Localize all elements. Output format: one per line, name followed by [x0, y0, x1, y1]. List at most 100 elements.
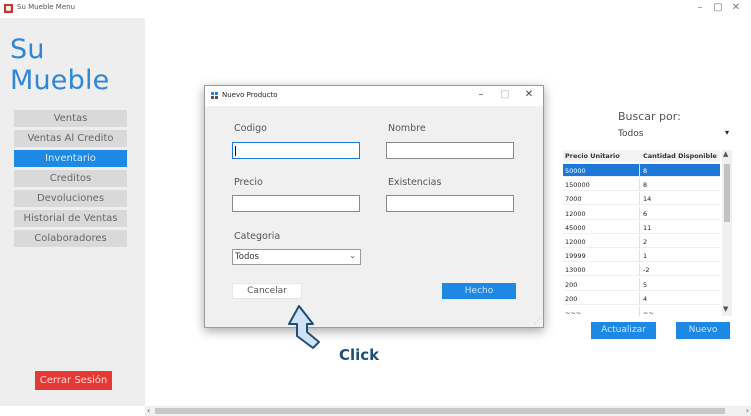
categoria-select[interactable]: Todos ⌄	[232, 249, 361, 265]
cell-precio: 19999	[565, 252, 586, 261]
maximize-button[interactable]: ▢	[712, 2, 724, 13]
cell-precio: ~~~	[565, 309, 582, 316]
horizontal-scrollbar[interactable]: ‹ ›	[145, 406, 751, 416]
search-select-value: Todos	[618, 129, 644, 139]
sidebar-item-creditos[interactable]: Creditos	[14, 170, 127, 187]
window-title: Su Mueble Menu	[17, 3, 76, 11]
window-titlebar: ■ Su Mueble Menu – ▢ ✕	[0, 0, 751, 18]
chevron-down-icon: ⌄	[349, 251, 356, 260]
cell-divider	[639, 220, 640, 234]
logout-button[interactable]: Cerrar Sesión	[35, 371, 112, 390]
scroll-right-icon[interactable]: ›	[746, 406, 749, 415]
search-label: Buscar por:	[618, 110, 681, 123]
done-button[interactable]: Hecho	[442, 283, 516, 299]
scroll-up-icon[interactable]: ▲	[723, 150, 728, 158]
sidebar: Su Mueble Ventas Ventas Al Credito Inven…	[0, 18, 145, 406]
cell-divider	[639, 306, 640, 316]
cell-precio: 13000	[565, 266, 586, 275]
cell-cantidad: ~~	[643, 309, 654, 316]
column-header-precio[interactable]: Precio Unitario	[565, 152, 620, 160]
cell-divider	[639, 192, 640, 206]
hscroll-thumb[interactable]	[155, 408, 725, 414]
table-row[interactable]: 200 5	[563, 277, 720, 291]
categoria-select-value: Todos	[235, 252, 259, 262]
cell-divider	[639, 263, 640, 277]
nombre-label: Nombre	[388, 123, 426, 134]
cell-cantidad: 2	[643, 238, 648, 246]
table-row[interactable]: 150000 8	[563, 178, 720, 192]
cell-precio: 12000	[565, 209, 586, 218]
table-row[interactable]: 50000 8	[563, 164, 720, 177]
cell-cantidad: 6	[643, 209, 648, 218]
cell-divider	[639, 178, 640, 192]
minimize-button[interactable]: –	[694, 2, 706, 13]
app-icon: ■	[4, 4, 13, 13]
codigo-label: Codigo	[234, 123, 267, 134]
categoria-label: Categoria	[234, 231, 281, 242]
precio-field[interactable]	[232, 195, 360, 212]
dialog-body: Codigo Nombre Precio Existencias Categor…	[205, 106, 543, 327]
cell-precio: 150000	[565, 181, 590, 190]
table-row[interactable]: ~~~ ~~	[563, 306, 720, 316]
cell-divider	[639, 206, 640, 220]
click-annotation-label: Click	[339, 346, 380, 364]
cell-cantidad: 8	[643, 181, 648, 190]
grid-header: Precio Unitario Cantidad Disponible	[563, 150, 720, 162]
new-product-dialog: Nuevo Producto – □ ✕ Codigo Nombre Preci…	[204, 85, 544, 328]
table-row[interactable]: 19999 1	[563, 249, 720, 263]
form-icon	[211, 92, 219, 100]
scroll-down-icon[interactable]: ▼	[723, 305, 728, 313]
table-row[interactable]: 7000 14	[563, 192, 720, 206]
close-button[interactable]: ✕	[730, 2, 742, 13]
codigo-field[interactable]	[232, 142, 360, 159]
sidebar-item-historial-de-ventas[interactable]: Historial de Ventas	[14, 210, 127, 227]
cell-precio: 12000	[565, 238, 586, 246]
brand-title: Su Mueble	[10, 34, 110, 96]
sidebar-nav: Ventas Ventas Al Credito Inventario Cred…	[14, 110, 127, 250]
cell-cantidad: 11	[643, 223, 652, 232]
cell-cantidad: 5	[643, 280, 648, 289]
inventory-grid[interactable]: Precio Unitario Cantidad Disponible 5000…	[540, 150, 733, 316]
cell-cantidad: 4	[643, 294, 648, 303]
cell-precio: 200	[565, 294, 578, 303]
scroll-left-icon[interactable]: ‹	[147, 406, 150, 415]
existencias-field[interactable]	[386, 195, 514, 212]
cell-divider	[639, 164, 640, 177]
precio-label: Precio	[234, 177, 263, 188]
nombre-field[interactable]	[386, 142, 514, 159]
dialog-title: Nuevo Producto	[222, 91, 278, 99]
refresh-button[interactable]: Actualizar	[591, 322, 656, 339]
sidebar-item-colaboradores[interactable]: Colaboradores	[14, 230, 127, 247]
up-arrow-icon	[288, 305, 320, 349]
dialog-titlebar: Nuevo Producto – □ ✕	[205, 86, 543, 106]
cell-cantidad: 1	[643, 252, 648, 261]
cell-divider	[639, 235, 640, 248]
new-button[interactable]: Nuevo	[676, 322, 730, 339]
cell-cantidad: 8	[643, 167, 648, 175]
sidebar-item-devoluciones[interactable]: Devoluciones	[14, 190, 127, 207]
table-row[interactable]: 200 4	[563, 291, 720, 305]
cell-precio: 50000	[565, 167, 586, 175]
scrollbar-thumb[interactable]	[724, 164, 730, 222]
cell-cantidad: 14	[643, 195, 652, 204]
existencias-label: Existencias	[388, 177, 442, 188]
column-header-cantidad[interactable]: Cantidad Disponible	[643, 152, 717, 160]
grid-vertical-scrollbar[interactable]: ▲ ▼	[722, 150, 732, 316]
sidebar-item-ventas-al-credito[interactable]: Ventas Al Credito	[14, 130, 127, 147]
cell-divider	[639, 249, 640, 263]
table-row[interactable]: 13000 -2	[563, 263, 720, 277]
search-select[interactable]: Todos ▾	[566, 127, 733, 143]
table-row[interactable]: 12000 6	[563, 206, 720, 220]
table-row[interactable]: 12000 2	[563, 235, 720, 248]
cell-precio: 45000	[565, 223, 586, 232]
cell-precio: 7000	[565, 195, 582, 204]
cancel-button[interactable]: Cancelar	[232, 283, 302, 299]
cell-divider	[639, 291, 640, 305]
table-row[interactable]: 45000 11	[563, 220, 720, 234]
resize-grip-icon[interactable]: ⋰	[534, 317, 541, 325]
sidebar-item-ventas[interactable]: Ventas	[14, 110, 127, 127]
dialog-close-button[interactable]: ✕	[523, 89, 535, 100]
sidebar-item-inventario[interactable]: Inventario	[14, 150, 127, 167]
dialog-maximize-button[interactable]: □	[499, 89, 511, 100]
dialog-minimize-button[interactable]: –	[475, 89, 487, 100]
